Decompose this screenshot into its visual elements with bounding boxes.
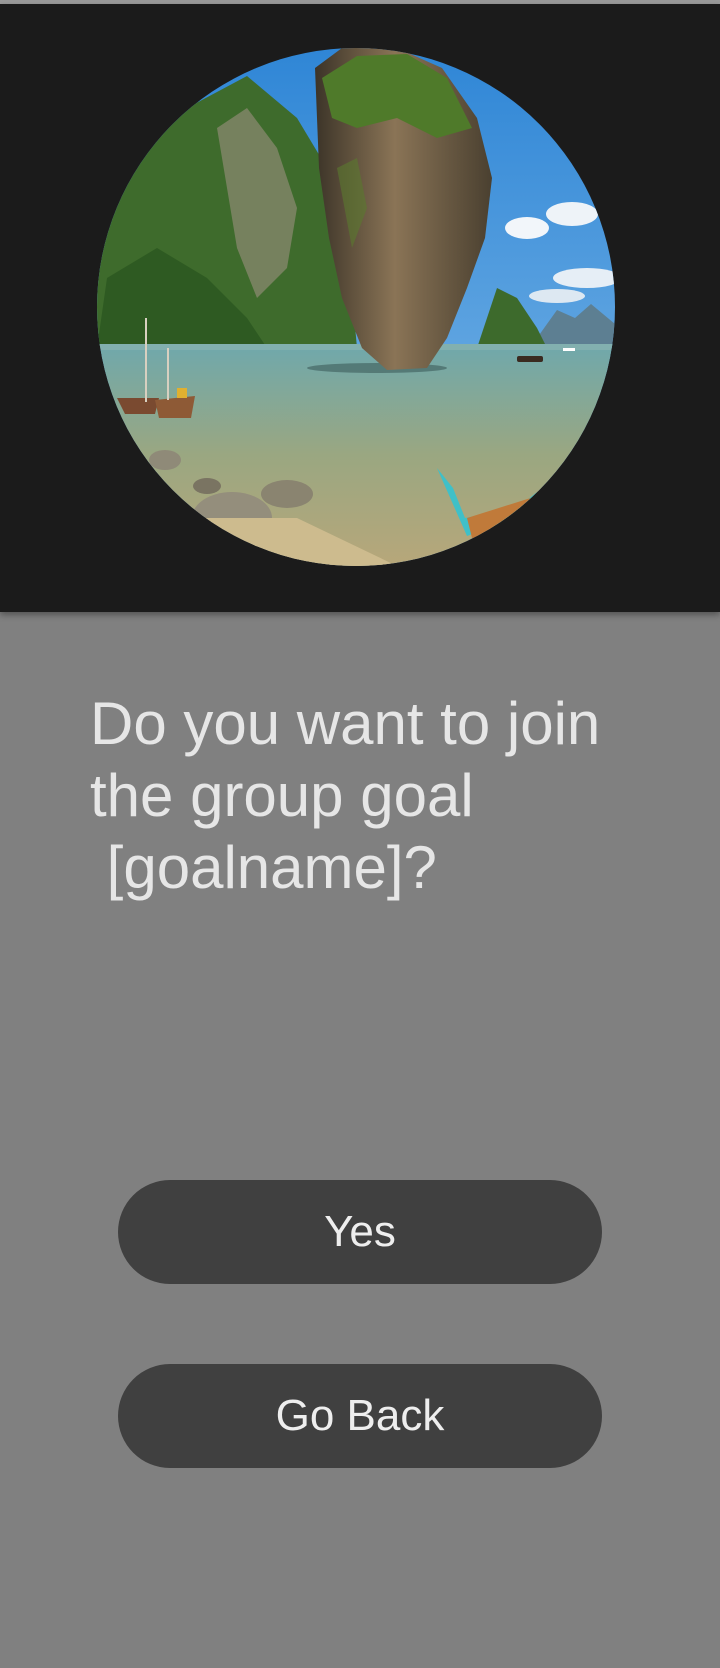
- go-back-button[interactable]: Go Back: [118, 1364, 602, 1468]
- goal-header: [0, 4, 720, 612]
- join-goal-question: Do you want to join the group goal [goal…: [90, 690, 601, 901]
- yes-button[interactable]: Yes: [118, 1180, 602, 1284]
- goal-photo: [97, 48, 615, 566]
